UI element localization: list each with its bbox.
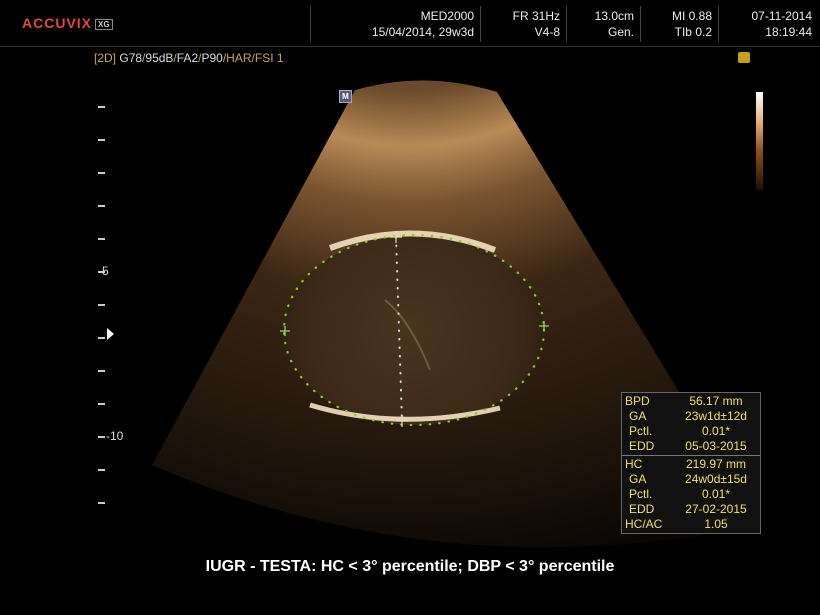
imaging-parameters: [2D] G78/95dB/FA2/P90/HAR/FSI 1 bbox=[94, 51, 284, 65]
depth-readout: 13.0cm bbox=[594, 9, 634, 23]
bpd-edd: 05-03-2015 bbox=[685, 439, 747, 453]
current-date: 07-11-2014 bbox=[751, 9, 813, 23]
bpd-ga: 23w1d±12d bbox=[685, 409, 747, 423]
depth-tick bbox=[98, 436, 105, 438]
divider bbox=[640, 6, 641, 42]
institution-name: MED2000 bbox=[420, 9, 474, 23]
brand-logo: ACCUVIX XG bbox=[22, 15, 113, 31]
hc-value: 219.97 mm bbox=[685, 457, 747, 471]
mi-index: MI 0.88 bbox=[671, 9, 712, 23]
preset-name: Gen. bbox=[607, 25, 634, 39]
image-caption: IUGR - TESTA: HC < 3° percentile; DBP < … bbox=[205, 558, 615, 575]
current-time: 18:19:44 bbox=[765, 25, 812, 39]
status-bar: ACCUVIX XG MED2000 15/04/2014, 29w3d FR 3… bbox=[0, 0, 820, 47]
hc-measurement: HC 219.97 mm GA 24w0d±15d Pctl. 0.01* EDD 27… bbox=[622, 455, 760, 533]
hc-ac-ratio: 1.05 bbox=[704, 517, 728, 531]
depth-tick bbox=[98, 469, 105, 471]
depth-tick bbox=[98, 139, 105, 141]
depth-tick bbox=[98, 502, 105, 504]
hc-pctl: 0.01* bbox=[701, 487, 731, 501]
divider bbox=[718, 6, 719, 42]
hc-ga: 24w0d±15d bbox=[685, 472, 747, 486]
divider bbox=[480, 6, 481, 42]
depth-tick bbox=[98, 205, 105, 207]
bpd-measurement: BPD 56.17 mm GA 23w1d±12d Pctl. 0.01* EDD 05… bbox=[622, 393, 760, 455]
measurement-panel: BPD 56.17 mm GA 23w1d±12d Pctl. 0.01* EDD 05… bbox=[621, 392, 761, 534]
tib-index: TIb 0.2 bbox=[674, 25, 712, 39]
probe-name: V4-8 bbox=[534, 25, 560, 39]
bpd-pctl: 0.01* bbox=[701, 424, 731, 438]
depth-label-5: -5 bbox=[98, 264, 109, 278]
orientation-marker-icon: M bbox=[339, 90, 352, 103]
depth-label-10: -10 bbox=[106, 429, 124, 443]
focus-marker-icon bbox=[107, 328, 114, 340]
hc-edd: 27-02-2015 bbox=[685, 502, 747, 516]
depth-tick bbox=[98, 106, 105, 108]
depth-tick bbox=[98, 337, 105, 339]
depth-tick bbox=[98, 370, 105, 372]
depth-tick bbox=[98, 304, 105, 306]
bpd-value: 56.17 mm bbox=[689, 394, 743, 408]
gray-scale-bar bbox=[756, 92, 763, 190]
lock-icon bbox=[738, 52, 750, 63]
exam-date-ga: 15/04/2014, 29w3d bbox=[371, 25, 474, 39]
divider bbox=[566, 6, 567, 42]
frame-rate: FR 31Hz bbox=[512, 9, 560, 23]
fetal-head bbox=[284, 235, 544, 425]
depth-tick bbox=[98, 403, 105, 405]
depth-tick bbox=[98, 172, 105, 174]
divider bbox=[310, 6, 311, 42]
depth-tick bbox=[98, 238, 105, 240]
